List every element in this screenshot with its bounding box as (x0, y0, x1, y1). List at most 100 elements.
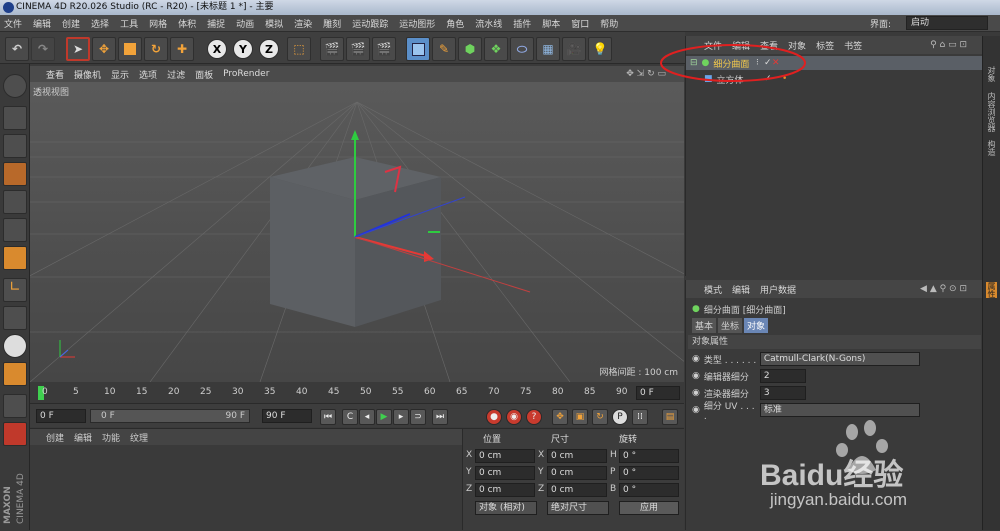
frame-range-slider[interactable]: 0 F 90 F (90, 409, 250, 423)
interface-select[interactable]: 启动 (906, 16, 988, 30)
timeline-window-button[interactable]: ▤ (662, 409, 678, 425)
viewport-menu-filter[interactable]: 过滤 (167, 68, 185, 81)
menu-tools[interactable]: 工具 (120, 17, 138, 30)
recent-tool-button[interactable]: ✚ (170, 37, 194, 61)
am-menu-userdata[interactable]: 用户数据 (760, 283, 796, 296)
key-position-button[interactable]: ✥ (552, 409, 568, 425)
workplane-mode-button[interactable] (3, 162, 27, 186)
menu-render[interactable]: 渲染 (294, 17, 312, 30)
radio-icon[interactable]: ◉ (692, 371, 700, 381)
menu-plugins[interactable]: 插件 (513, 17, 531, 30)
material-manager[interactable]: 创建 编辑 功能 纹理 (30, 428, 462, 530)
tab-coord[interactable]: 坐标 (718, 317, 743, 333)
menu-window[interactable]: 窗口 (571, 17, 589, 30)
menu-animate[interactable]: 动画 (236, 17, 254, 30)
rotate-tool-button[interactable]: ↻ (144, 37, 168, 61)
am-nav-icons[interactable]: ◀ ▲ ⚲ ⊙ ⊡ (920, 284, 967, 294)
pos-y-field[interactable]: 0 cm (475, 466, 535, 480)
dock-tab-attributes[interactable]: 属性 (986, 282, 997, 298)
viewport-menu-display[interactable]: 显示 (111, 68, 129, 81)
menu-character[interactable]: 角色 (446, 17, 464, 30)
texture-mode-button[interactable] (3, 134, 27, 158)
solo-button[interactable] (3, 334, 27, 358)
menu-edit[interactable]: 编辑 (33, 17, 51, 30)
goto-end-button[interactable]: ⏭ (432, 409, 448, 425)
viewport-menu-view[interactable]: 查看 (46, 68, 64, 81)
y-axis-lock-button[interactable]: Y (233, 39, 253, 59)
radio-icon[interactable]: ◉ (692, 405, 700, 415)
next-frame-button[interactable]: ▸ (393, 409, 409, 425)
scale-tool-button[interactable] (118, 37, 142, 61)
tweak-mode-button[interactable] (3, 306, 27, 330)
size-mode-select[interactable]: 绝对尺寸 (547, 501, 609, 515)
key-scale-button[interactable]: ▣ (572, 409, 588, 425)
camera-button[interactable]: 🎥 (562, 37, 586, 61)
prop-type-select[interactable]: Catmull-Clark(N-Gons) (759, 352, 920, 366)
start-frame-field[interactable]: 0 F (36, 409, 86, 423)
prev-key-button[interactable]: C (342, 409, 358, 425)
model-mode-button[interactable] (3, 106, 27, 130)
key-rotation-button[interactable]: ↻ (592, 409, 608, 425)
undo-button[interactable]: ↶ (5, 37, 29, 61)
keyframe-selection-button[interactable]: ? (526, 409, 542, 425)
render-settings-button[interactable]: 🎬 (372, 37, 396, 61)
redo-button[interactable]: ↷ (31, 37, 55, 61)
om-search-icons[interactable]: ⚲ ⌂ ▭ ⊡ (930, 40, 967, 50)
key-param-button[interactable]: P (612, 409, 628, 425)
viewport-menu-prorender[interactable]: ProRender (223, 69, 269, 79)
array-button[interactable]: ❖ (484, 37, 508, 61)
menu-simulate[interactable]: 模拟 (265, 17, 283, 30)
tab-basic[interactable]: 基本 (692, 317, 717, 333)
timeline[interactable]: 0 5 10 15 20 25 30 35 40 45 50 55 60 65 … (30, 383, 684, 403)
prop-subdiv-uv-select[interactable]: 标准 (759, 403, 920, 417)
make-editable-button[interactable] (3, 74, 27, 98)
menu-sculpt[interactable]: 雕刻 (323, 17, 341, 30)
size-y-field[interactable]: 0 cm (547, 466, 607, 480)
next-key-button[interactable]: ⊃ (410, 409, 426, 425)
viewport-menu-options[interactable]: 选项 (139, 68, 157, 81)
workplane-button[interactable] (3, 422, 27, 446)
play-button[interactable]: ▶ (376, 409, 392, 425)
material-menu-texture[interactable]: 纹理 (130, 431, 148, 444)
goto-start-button[interactable]: ⏮ (320, 409, 336, 425)
dock-tab-content-browser[interactable]: 内容浏览器 (986, 92, 997, 132)
end-frame-field[interactable]: 90 F (262, 409, 312, 423)
am-menu-mode[interactable]: 模式 (704, 283, 722, 296)
snap-button[interactable] (3, 362, 27, 386)
points-mode-button[interactable] (3, 190, 27, 214)
menu-snap[interactable]: 捕捉 (207, 17, 225, 30)
material-menu-edit[interactable]: 编辑 (74, 431, 92, 444)
current-frame-field[interactable]: 0 F (636, 386, 680, 400)
am-menu-edit[interactable]: 编辑 (732, 283, 750, 296)
apply-button[interactable]: 应用 (619, 501, 679, 515)
menu-script[interactable]: 脚本 (542, 17, 560, 30)
menu-help[interactable]: 帮助 (600, 17, 618, 30)
rot-b-field[interactable]: 0 ° (619, 483, 679, 497)
lock-workplane-button[interactable] (3, 394, 27, 418)
menu-create[interactable]: 创建 (62, 17, 80, 30)
radio-icon[interactable]: ◉ (692, 354, 700, 364)
size-z-field[interactable]: 0 cm (547, 483, 607, 497)
polygons-mode-button[interactable] (3, 246, 27, 270)
om-menu-tags[interactable]: 标签 (816, 39, 834, 52)
om-menu-bookmarks[interactable]: 书签 (844, 39, 862, 52)
tab-object[interactable]: 对象 (744, 317, 769, 333)
subdivision-button[interactable]: ⬢ (458, 37, 482, 61)
radio-icon[interactable]: ◉ (692, 388, 700, 398)
rot-h-field[interactable]: 0 ° (619, 449, 679, 463)
select-tool-button[interactable]: ➤ (66, 37, 90, 61)
cube-button[interactable] (406, 37, 430, 61)
prop-editor-subdiv-field[interactable]: 2 (759, 369, 806, 383)
perspective-viewport[interactable]: 透视视图 网格间距 : 100 cm (30, 82, 684, 382)
render-view-button[interactable]: 🎬 (320, 37, 344, 61)
axis-mode-button[interactable]: ∟ (3, 278, 27, 302)
pen-spline-button[interactable]: ✎ (432, 37, 456, 61)
floor-button[interactable]: ▦ (536, 37, 560, 61)
material-menu-function[interactable]: 功能 (102, 431, 120, 444)
z-axis-lock-button[interactable]: Z (259, 39, 279, 59)
menu-mograph[interactable]: 运动图形 (399, 17, 435, 30)
rot-p-field[interactable]: 0 ° (619, 466, 679, 480)
record-button[interactable]: ● (486, 409, 502, 425)
x-axis-lock-button[interactable]: X (207, 39, 227, 59)
autokey-button[interactable]: ◉ (506, 409, 522, 425)
